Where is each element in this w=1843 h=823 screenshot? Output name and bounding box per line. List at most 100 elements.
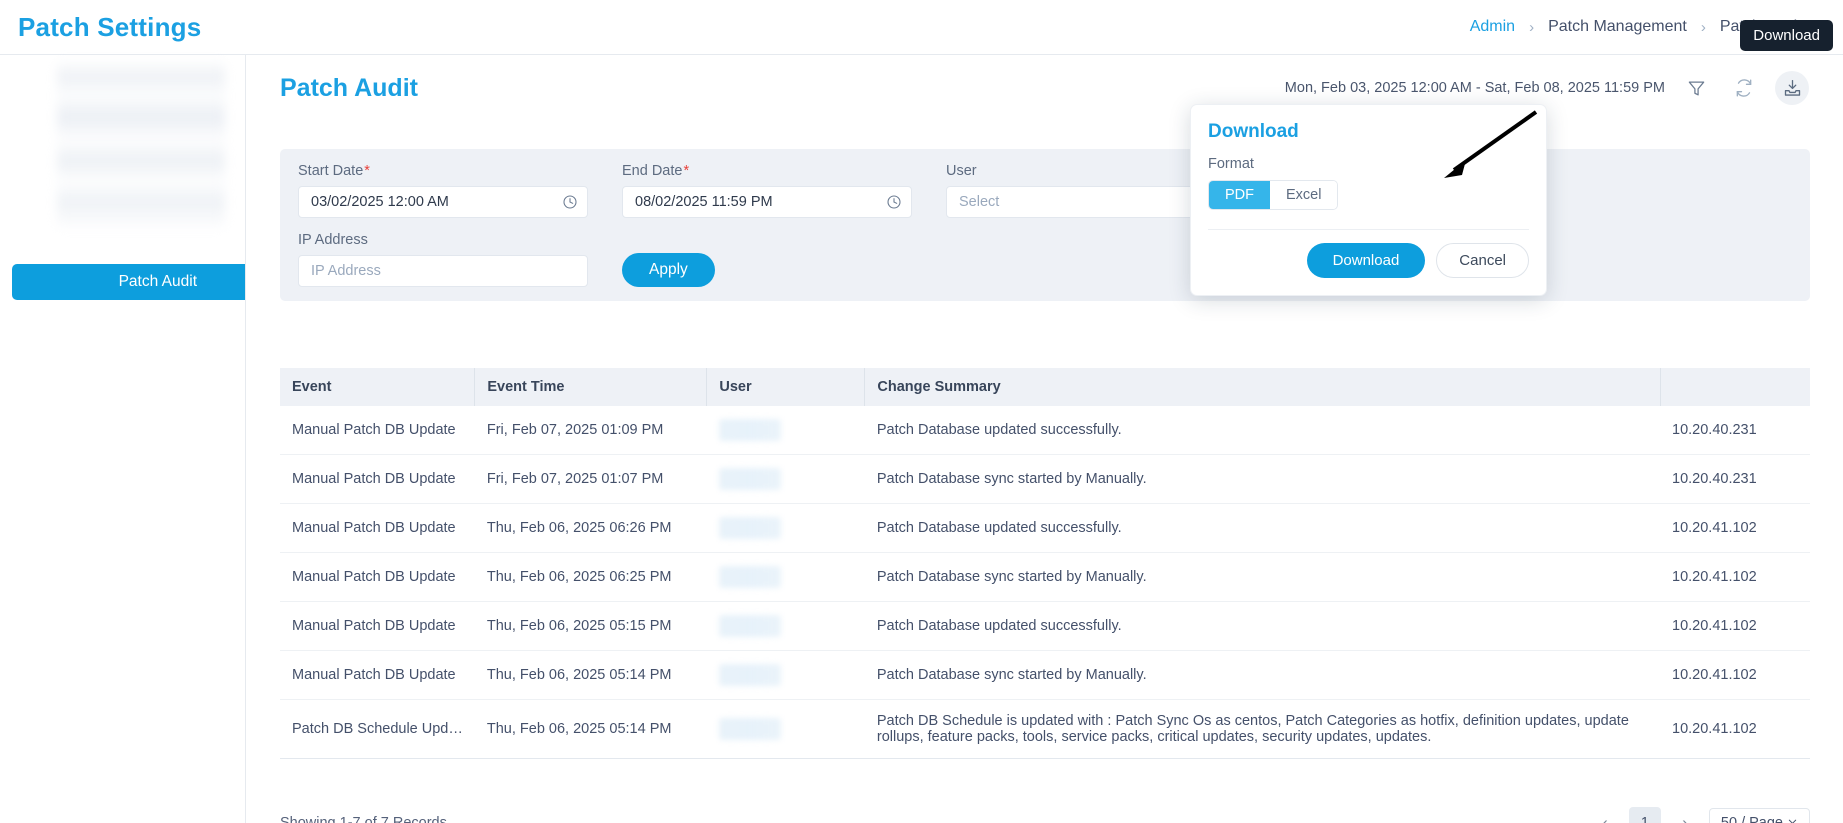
- popover-actions: Download Cancel: [1208, 230, 1529, 278]
- start-date-input[interactable]: [298, 186, 588, 218]
- top-bar: Patch Settings Admin › Patch Management …: [0, 0, 1843, 55]
- main-content: Patch Audit Mon, Feb 03, 2025 12:00 AM -…: [245, 55, 1843, 823]
- redacted-user: [718, 419, 781, 441]
- cell-user: [706, 406, 865, 455]
- ip-address-input-wrap: [298, 255, 588, 287]
- end-date-input[interactable]: [622, 186, 912, 218]
- cell-change-summary: Patch Database updated successfully.: [864, 406, 1660, 455]
- table-head: Event Event Time User Change Summary: [280, 368, 1810, 406]
- cell-user: [706, 601, 865, 651]
- format-segmented-control: PDF Excel: [1208, 180, 1339, 210]
- event-label: Manual Patch DB Update: [292, 471, 456, 487]
- cell-ip-address: 10.20.41.102: [1660, 650, 1810, 700]
- column-header-user[interactable]: User: [706, 368, 866, 406]
- table-row[interactable]: Manual Patch DB Update Thu, Feb 06, 2025 …: [280, 650, 1810, 700]
- sidebar-item-patch-audit[interactable]: Patch Audit: [12, 264, 245, 300]
- filter-row-2: IP Address Apply: [298, 232, 1792, 287]
- popover-cancel-button[interactable]: Cancel: [1436, 243, 1529, 278]
- start-date-field: Start Date*: [298, 163, 588, 218]
- table-row[interactable]: Manual Patch DB Update Thu, Feb 06, 2025 …: [280, 503, 1810, 553]
- cell-user: [706, 650, 865, 700]
- table-row[interactable]: Manual Patch DB Update Fri, Feb 07, 2025 …: [280, 406, 1810, 455]
- page-number-1[interactable]: 1: [1628, 807, 1661, 823]
- end-date-input-wrap: [622, 186, 912, 218]
- cell-change-summary: Patch Database sync started by Manually.: [864, 552, 1660, 602]
- date-range-label: Mon, Feb 03, 2025 12:00 AM - Sat, Feb 08…: [1284, 80, 1665, 96]
- cell-ip-address: 10.20.41.102: [1660, 601, 1810, 651]
- event-label: Manual Patch DB Update: [292, 618, 456, 634]
- cell-event-time: Thu, Feb 06, 2025 05:15 PM: [474, 601, 707, 651]
- page-size-select[interactable]: 50 / Page: [1708, 808, 1810, 823]
- ip-address-input[interactable]: [298, 255, 588, 287]
- cell-user: [706, 552, 865, 602]
- cell-change-summary: Patch Database sync started by Manually.: [864, 650, 1660, 700]
- chevron-down-icon: [1787, 815, 1798, 823]
- event-label: Patch DB Schedule Upd…: [292, 721, 463, 737]
- download-icon[interactable]: [1775, 71, 1809, 105]
- cell-change-summary: Patch DB Schedule is updated with : Patc…: [864, 699, 1660, 759]
- cell-ip-address: 10.20.41.102: [1660, 503, 1810, 553]
- pagination: ‹ 1 › 50 / Page: [1590, 807, 1810, 823]
- column-header-event-time[interactable]: Event Time: [474, 368, 708, 406]
- event-label: Manual Patch DB Update: [292, 569, 456, 585]
- cell-event-time: Thu, Feb 06, 2025 06:26 PM: [474, 503, 707, 553]
- refresh-icon[interactable]: [1727, 71, 1761, 105]
- page-title: Patch Settings: [18, 11, 202, 42]
- audit-table: Event Event Time User Change Summary Man…: [280, 368, 1810, 759]
- filter-row-1: Start Date* End Date*: [298, 163, 1792, 218]
- event-label: Manual Patch DB Update: [292, 667, 456, 683]
- cell-event: Manual Patch DB Update: [280, 552, 475, 602]
- ip-address-label: IP Address: [298, 232, 368, 248]
- cell-change-summary: Patch Database updated successfully.: [864, 503, 1660, 553]
- cell-change-summary: Patch Database sync started by Manually.: [864, 454, 1660, 504]
- cell-event: Manual Patch DB Update: [280, 601, 475, 651]
- breadcrumb-item-admin[interactable]: Admin: [1470, 18, 1515, 36]
- popover-download-button[interactable]: Download: [1306, 243, 1426, 278]
- filter-icon[interactable]: [1679, 71, 1713, 105]
- cell-event: Patch DB Schedule Upd…: [280, 699, 475, 759]
- redacted-user: [718, 664, 781, 686]
- redacted-user: [718, 517, 781, 539]
- audit-table-wrap: Event Event Time User Change Summary Man…: [280, 368, 1810, 759]
- cell-event-time: Thu, Feb 06, 2025 05:14 PM: [474, 699, 707, 759]
- ip-address-field: IP Address: [298, 232, 588, 287]
- column-header-event[interactable]: Event: [280, 368, 476, 406]
- format-option-excel[interactable]: Excel: [1270, 181, 1338, 209]
- cell-event: Manual Patch DB Update: [280, 650, 475, 700]
- page-size-label: 50 / Page: [1720, 815, 1783, 823]
- required-asterisk: *: [364, 163, 370, 179]
- format-option-pdf[interactable]: PDF: [1209, 181, 1270, 209]
- cell-event-time: Fri, Feb 07, 2025 01:07 PM: [474, 454, 707, 504]
- table-row[interactable]: Manual Patch DB Update Thu, Feb 06, 2025 …: [280, 601, 1810, 651]
- start-date-label: Start Date*: [298, 163, 370, 179]
- download-popover: Download Format PDF Excel Download Cance…: [1190, 104, 1547, 296]
- redacted-user: [718, 718, 781, 740]
- table-row[interactable]: Patch DB Schedule Upd… Thu, Feb 06, 2025 …: [280, 699, 1810, 759]
- cell-event-time: Fri, Feb 07, 2025 01:09 PM: [474, 406, 707, 455]
- next-page-button[interactable]: ›: [1670, 808, 1700, 823]
- patch-settings-page: Patch Settings Admin › Patch Management …: [0, 0, 1843, 823]
- event-label: Manual Patch DB Update: [292, 520, 456, 536]
- popover-title: Download: [1208, 121, 1299, 142]
- cell-user: [706, 503, 865, 553]
- required-asterisk: *: [683, 163, 690, 179]
- chevron-right-icon: ›: [1529, 18, 1535, 36]
- record-count-label: Showing 1-7 of 7 Records: [280, 815, 447, 823]
- column-header-ip[interactable]: [1660, 368, 1810, 406]
- end-date-field: End Date*: [622, 163, 912, 218]
- start-date-input-wrap: [298, 186, 588, 218]
- cell-ip-address: 10.20.41.102: [1660, 699, 1810, 759]
- cell-user: [706, 699, 865, 759]
- column-header-change-summary[interactable]: Change Summary: [864, 368, 1661, 406]
- breadcrumb-item-patch-management[interactable]: Patch Management: [1548, 18, 1687, 36]
- header-actions: Mon, Feb 03, 2025 12:00 AM - Sat, Feb 08…: [1285, 71, 1809, 105]
- table-row[interactable]: Manual Patch DB Update Fri, Feb 07, 2025 …: [280, 454, 1810, 504]
- cell-event: Manual Patch DB Update: [280, 406, 475, 455]
- cell-ip-address: 10.20.40.231: [1660, 406, 1810, 455]
- redacted-user: [718, 566, 781, 588]
- apply-button[interactable]: Apply: [622, 253, 715, 287]
- cell-ip-address: 10.20.40.231: [1660, 454, 1810, 504]
- cell-user: [706, 454, 865, 504]
- prev-page-button[interactable]: ‹: [1590, 808, 1620, 823]
- table-row[interactable]: Manual Patch DB Update Thu, Feb 06, 2025 …: [280, 552, 1810, 602]
